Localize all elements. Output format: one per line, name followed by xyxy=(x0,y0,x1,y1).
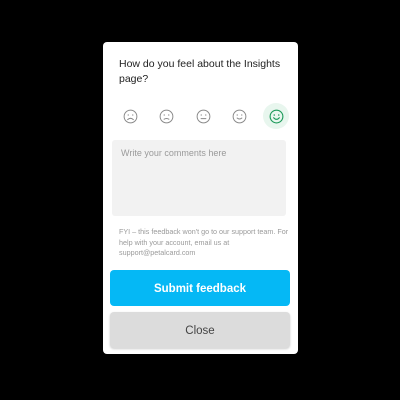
neutral-face-icon[interactable] xyxy=(190,103,216,129)
feedback-dialog: How do you feel about the Insights page? xyxy=(103,42,298,354)
close-button[interactable]: Close xyxy=(110,312,290,348)
sad-face-icon[interactable] xyxy=(154,103,180,129)
happy-face-icon[interactable] xyxy=(227,103,253,129)
comments-input[interactable] xyxy=(112,140,286,216)
fyi-note: FYI – this feedback won't go to our supp… xyxy=(119,227,289,257)
feedback-question: How do you feel about the Insights page? xyxy=(119,58,281,85)
rating-row xyxy=(117,103,289,129)
very-happy-face-icon[interactable] xyxy=(263,103,289,129)
very-sad-face-icon[interactable] xyxy=(117,103,143,129)
submit-feedback-button[interactable]: Submit feedback xyxy=(110,270,290,306)
